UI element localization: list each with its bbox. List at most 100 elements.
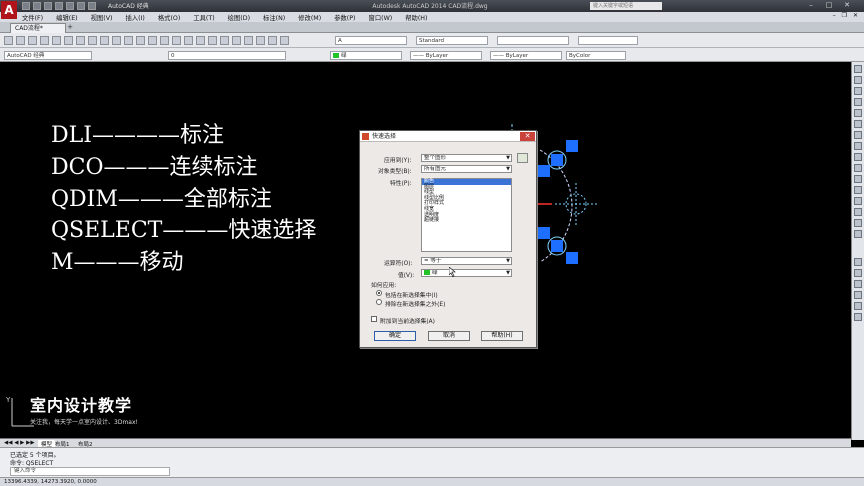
undo-icon[interactable] [136, 36, 145, 45]
menu-format[interactable]: 格式(O) [158, 13, 180, 22]
color-select[interactable]: 绿 [330, 51, 402, 60]
design-center-icon[interactable] [220, 36, 229, 45]
zoom-previous-icon[interactable] [196, 36, 205, 45]
join-icon[interactable] [854, 197, 862, 205]
operator-select[interactable]: = 等于 ▼ [421, 257, 512, 265]
workspace-select[interactable]: AutoCAD 经典 [4, 51, 92, 60]
pan-icon[interactable] [160, 36, 169, 45]
ok-button[interactable]: 确定 [374, 331, 416, 341]
lineweight-select[interactable]: —— ByLayer [490, 51, 562, 60]
menu-tools[interactable]: 工具(T) [193, 13, 214, 22]
search-input[interactable]: 键入关键字或短语 [590, 2, 662, 10]
undo-icon[interactable] [77, 2, 85, 10]
move-icon[interactable] [854, 120, 862, 128]
cancel-button[interactable]: 取消 [428, 331, 470, 341]
array-icon[interactable] [854, 109, 862, 117]
dialog-close-icon[interactable]: ✕ [520, 132, 535, 141]
redo-icon[interactable] [88, 2, 96, 10]
preview-icon[interactable] [52, 36, 61, 45]
command-input[interactable]: 键入命令 [10, 467, 170, 476]
chamfer-icon[interactable] [854, 208, 862, 216]
save-as-icon[interactable] [55, 2, 63, 10]
exclude-radio-label[interactable]: 排除在新选择集之外(E) [385, 299, 445, 308]
grip-handle[interactable] [566, 252, 578, 264]
fillet-icon[interactable] [854, 219, 862, 227]
quickcalc-icon[interactable] [268, 36, 277, 45]
zoom-window-icon[interactable] [184, 36, 193, 45]
tool-palettes-icon[interactable] [232, 36, 241, 45]
value-select[interactable]: 绿 ▼ [421, 269, 512, 277]
cut-icon[interactable] [76, 36, 85, 45]
redo-icon[interactable] [148, 36, 157, 45]
menu-draw[interactable]: 绘图(D) [228, 13, 250, 22]
list-item[interactable]: 超链接 [422, 218, 511, 224]
baseline-dim-icon[interactable] [854, 313, 862, 321]
apply-to-select[interactable]: 整个图形 ▼ [421, 154, 512, 162]
include-radio[interactable] [376, 290, 382, 296]
grip-handle[interactable] [566, 140, 578, 152]
aligned-dim-icon[interactable] [854, 280, 862, 288]
new-icon[interactable] [4, 36, 13, 45]
help-button[interactable]: 帮助(H) [481, 331, 523, 341]
plot-icon[interactable] [66, 2, 74, 10]
minimize-icon[interactable]: – [804, 1, 818, 10]
break-icon[interactable] [854, 186, 862, 194]
layer-select[interactable]: 0 [168, 51, 286, 60]
menu-modify[interactable]: 修改(M) [298, 13, 321, 22]
copy-icon[interactable] [88, 36, 97, 45]
stretch-icon[interactable] [854, 153, 862, 161]
open-file-icon[interactable] [33, 2, 41, 10]
text-style-select[interactable]: A [335, 36, 407, 45]
copy-object-icon[interactable] [854, 76, 862, 84]
menu-view[interactable]: 视图(V) [91, 13, 113, 22]
markup-icon[interactable] [256, 36, 265, 45]
mirror-icon[interactable] [854, 87, 862, 95]
dialog-titlebar[interactable]: 快速选择 ✕ [360, 131, 536, 142]
trim-icon[interactable] [854, 164, 862, 172]
save-icon[interactable] [44, 2, 52, 10]
open-icon[interactable] [16, 36, 25, 45]
print-icon[interactable] [40, 36, 49, 45]
include-radio-label[interactable]: 包括在新选择集中(I) [385, 290, 438, 299]
autocad-logo-icon[interactable]: A [1, 1, 17, 19]
offset-icon[interactable] [854, 98, 862, 106]
multileader-style-select[interactable] [578, 36, 638, 45]
plotstyle-select[interactable]: ByColor [566, 51, 626, 60]
close-icon[interactable]: ✕ [840, 1, 854, 10]
maximize-icon[interactable]: □ [822, 1, 836, 10]
grip-handle[interactable] [551, 154, 563, 166]
menu-parametric[interactable]: 参数(P) [334, 13, 355, 22]
explode-icon[interactable] [854, 230, 862, 238]
object-type-select[interactable]: 所有图元 ▼ [421, 165, 512, 173]
help-icon[interactable] [280, 36, 289, 45]
sheet-set-icon[interactable] [244, 36, 253, 45]
dim-style-select[interactable]: Standard [416, 36, 488, 45]
new-tab-icon[interactable]: + [66, 23, 74, 32]
exclude-radio[interactable] [376, 299, 382, 305]
angular-dim-icon[interactable] [854, 302, 862, 310]
doc-close-icon[interactable]: ✕ [853, 12, 858, 19]
menu-window[interactable]: 窗口(W) [369, 13, 393, 22]
rotate-icon[interactable] [854, 131, 862, 139]
menu-dimension[interactable]: 标注(N) [263, 13, 285, 22]
table-style-select[interactable] [497, 36, 569, 45]
extend-icon[interactable] [854, 175, 862, 183]
file-tab-active[interactable]: CAD流程* [10, 23, 66, 33]
grip-handle[interactable] [551, 240, 563, 252]
menu-help[interactable]: 帮助(H) [405, 13, 427, 22]
zoom-realtime-icon[interactable] [172, 36, 181, 45]
properties-icon[interactable] [208, 36, 217, 45]
append-checkbox[interactable] [371, 316, 377, 322]
paste-icon[interactable] [100, 36, 109, 45]
radius-dim-icon[interactable] [854, 291, 862, 299]
erase-icon[interactable] [854, 65, 862, 73]
save-icon[interactable] [28, 36, 37, 45]
properties-list[interactable]: 颜色 图层 线型 线型比例 打印样式 线宽 透明度 超链接 [421, 178, 512, 252]
dimension-icon[interactable] [854, 258, 862, 266]
new-file-icon[interactable] [22, 2, 30, 10]
grip-handle[interactable] [538, 165, 550, 177]
linetype-select[interactable]: —— ByLayer [410, 51, 482, 60]
menu-insert[interactable]: 插入(I) [125, 13, 144, 22]
match-properties-icon[interactable] [112, 36, 121, 45]
publish-icon[interactable] [64, 36, 73, 45]
